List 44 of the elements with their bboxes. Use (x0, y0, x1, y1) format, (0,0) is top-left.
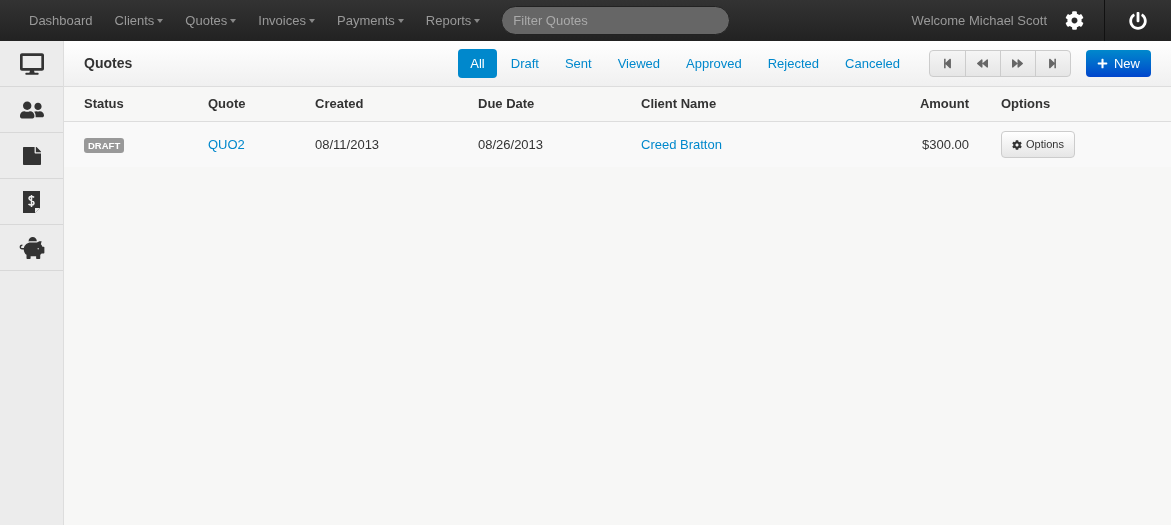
filter-tab[interactable]: Viewed (605, 49, 673, 78)
plus-icon (1097, 58, 1108, 69)
page-title: Quotes (84, 54, 133, 73)
column-header: Quote (208, 96, 246, 112)
document-icon[interactable] (22, 144, 41, 167)
column-header: Due Date (478, 96, 535, 112)
previous-page-icon[interactable] (977, 58, 989, 69)
new-button[interactable]: New (1086, 50, 1151, 77)
status-badge: DRAFT (84, 137, 125, 153)
column-header: Status (84, 96, 124, 112)
filter-tab[interactable]: Sent (552, 49, 604, 78)
next-page-icon[interactable] (1012, 58, 1024, 69)
quote-link[interactable]: QUO2 (208, 136, 245, 152)
nav-menu-item[interactable]: Payments (326, 10, 415, 31)
column-header: Client Name (641, 96, 717, 112)
settings-icon[interactable] (1065, 11, 1084, 30)
column-header: Amount (919, 95, 969, 114)
client-link[interactable]: Creed Bratton (641, 136, 722, 152)
column-header: Created (315, 96, 364, 112)
first-page-icon[interactable] (942, 58, 953, 69)
nav-menu-item[interactable]: Reports (414, 10, 492, 31)
filter-tab[interactable]: All (458, 49, 497, 78)
table-cell: 08/26/2013 (478, 136, 544, 152)
nav-menu-item[interactable]: Quotes (174, 10, 248, 31)
table-cell-text: $300.00 (922, 135, 969, 154)
power-icon[interactable] (1129, 11, 1147, 30)
piggy-bank-icon[interactable] (18, 236, 45, 259)
filter-tab[interactable]: Draft (498, 49, 551, 78)
last-page-icon[interactable] (1047, 58, 1059, 69)
filter-tab[interactable]: Approved (674, 49, 754, 78)
welcome-text: Welcome Michael Scott (911, 11, 1047, 30)
column-header: Options (1001, 96, 1051, 112)
nav-menu-item[interactable]: Clients (103, 10, 175, 31)
filter-tab[interactable]: Canceled (833, 49, 912, 78)
nav-menu-item[interactable]: Dashboard (18, 10, 104, 31)
table-cell: 08/11/2013 (315, 136, 380, 152)
monitor-icon[interactable] (19, 52, 44, 75)
filter-tab[interactable]: Rejected (755, 49, 832, 78)
nav-menu-item[interactable]: Invoices (247, 10, 326, 31)
search-field[interactable]: Filter Quotes (501, 6, 731, 35)
users-icon[interactable] (19, 99, 44, 120)
options-button[interactable]: Options (1001, 131, 1075, 158)
gear-icon (1012, 139, 1022, 150)
invoice-icon (23, 190, 40, 213)
